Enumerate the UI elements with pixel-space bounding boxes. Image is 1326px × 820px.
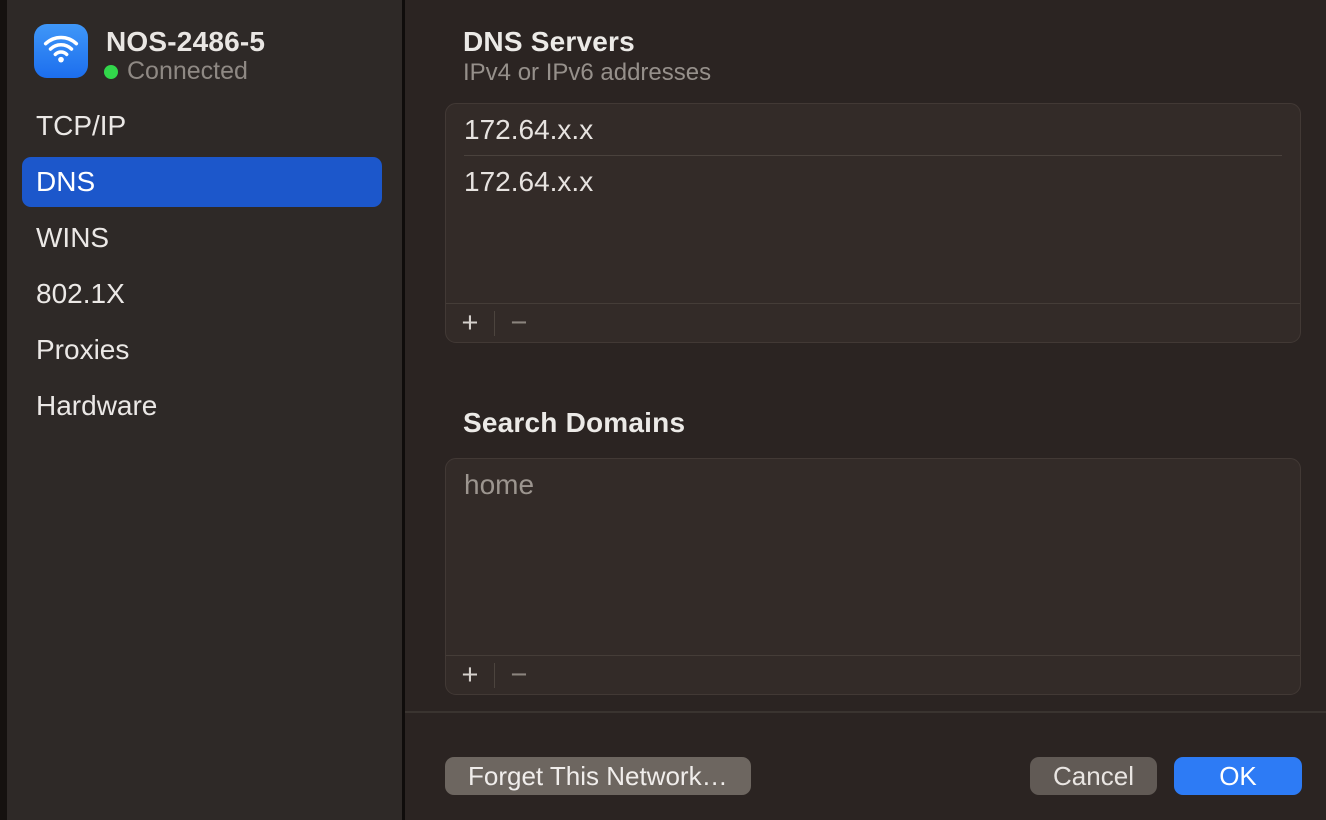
add-dns-server-button[interactable]: + (454, 308, 486, 338)
search-domain-row[interactable]: home (446, 459, 1300, 510)
dns-server-row[interactable]: 172.64.x.x (446, 104, 1300, 155)
sidebar-item-hardware[interactable]: Hardware (22, 381, 382, 431)
desktop-edge-strip (0, 0, 7, 820)
wifi-details-window: NOS-2486-5 Connected TCP/IP DNS WINS 802… (0, 0, 1326, 820)
search-domains-list: home + − (445, 458, 1301, 695)
dns-servers-subtitle: IPv4 or IPv6 addresses (463, 59, 711, 87)
content-pane: DNS Servers IPv4 or IPv6 addresses 172.6… (405, 0, 1326, 820)
forget-network-button[interactable]: Forget This Network… (445, 757, 751, 795)
sidebar-item-label: TCP/IP (36, 110, 126, 142)
sidebar-item-8021x[interactable]: 802.1X (22, 269, 382, 319)
search-domains-title: Search Domains (463, 407, 685, 439)
sidebar-item-label: 802.1X (36, 278, 125, 310)
network-name: NOS-2486-5 (106, 26, 265, 58)
sidebar-item-label: DNS (36, 166, 95, 198)
sidebar: NOS-2486-5 Connected TCP/IP DNS WINS 802… (7, 0, 402, 820)
dns-server-row[interactable]: 172.64.x.x (446, 156, 1300, 207)
dns-servers-title: DNS Servers (463, 26, 635, 58)
sidebar-item-label: Hardware (36, 390, 157, 422)
cancel-button[interactable]: Cancel (1030, 757, 1157, 795)
wifi-badge (34, 24, 88, 78)
dns-servers-toolbar: + − (446, 303, 1300, 342)
search-domain-value: home (464, 469, 534, 501)
connection-status: Connected (104, 57, 248, 86)
dns-servers-list: 172.64.x.x 172.64.x.x + − (445, 103, 1301, 343)
sidebar-item-label: Proxies (36, 334, 129, 366)
dns-server-value: 172.64.x.x (464, 114, 593, 146)
add-search-domain-button[interactable]: + (454, 660, 486, 690)
wifi-icon (41, 29, 81, 74)
sidebar-item-proxies[interactable]: Proxies (22, 325, 382, 375)
dns-server-value: 172.64.x.x (464, 166, 593, 198)
sidebar-item-tcpip[interactable]: TCP/IP (22, 101, 382, 151)
sidebar-item-dns[interactable]: DNS (22, 157, 382, 207)
remove-dns-server-button[interactable]: − (503, 308, 535, 338)
sidebar-item-wins[interactable]: WINS (22, 213, 382, 263)
connected-status-label: Connected (127, 57, 248, 86)
sidebar-item-label: WINS (36, 222, 109, 254)
sidebar-nav: TCP/IP DNS WINS 802.1X Proxies Hardware (7, 101, 402, 437)
connected-status-dot (104, 65, 118, 79)
remove-search-domain-button[interactable]: − (503, 660, 535, 690)
ok-button[interactable]: OK (1174, 757, 1302, 795)
search-domains-toolbar: + − (446, 655, 1300, 694)
footer-divider (405, 711, 1326, 713)
toolbar-separator (494, 311, 495, 336)
toolbar-separator (494, 663, 495, 688)
